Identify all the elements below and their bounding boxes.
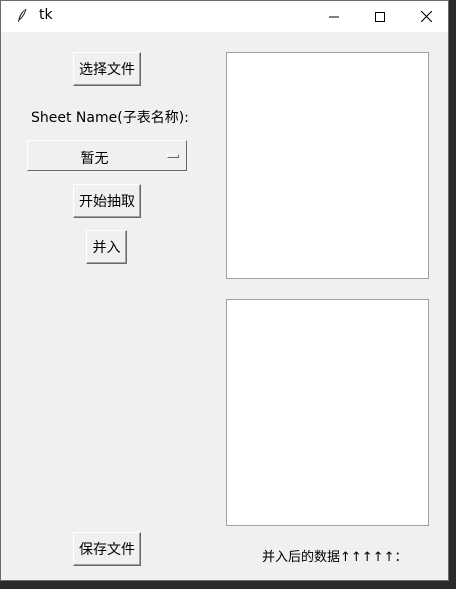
window-title: tk (39, 7, 53, 23)
app-window: tk 选择文件 Sheet Name(子表名称): 暂无 开始抽取 并入 保存文… (0, 0, 449, 581)
source-data-textbox[interactable] (226, 52, 429, 279)
dropdown-indicator-icon (167, 154, 179, 158)
maximize-icon (375, 7, 385, 26)
feather-icon (16, 8, 28, 24)
merge-button[interactable]: 并入 (86, 230, 127, 264)
maximize-button[interactable] (357, 1, 403, 32)
save-file-button[interactable]: 保存文件 (73, 532, 141, 566)
close-button[interactable] (403, 1, 449, 32)
choose-file-button[interactable]: 选择文件 (73, 52, 141, 86)
sheet-name-select[interactable]: 暂无 (27, 140, 187, 171)
minimize-button[interactable] (311, 1, 357, 32)
minimize-icon (329, 7, 339, 26)
title-bar[interactable]: tk (1, 1, 448, 32)
close-icon (420, 7, 432, 26)
start-extract-button[interactable]: 开始抽取 (73, 184, 141, 218)
sheet-name-label: Sheet Name(子表名称): (31, 110, 189, 126)
sheet-select-value: 暂无 (80, 151, 109, 167)
merged-data-textbox[interactable] (226, 299, 429, 526)
merged-data-label: 并入后的数据↑↑↑↑↑： (262, 550, 408, 565)
